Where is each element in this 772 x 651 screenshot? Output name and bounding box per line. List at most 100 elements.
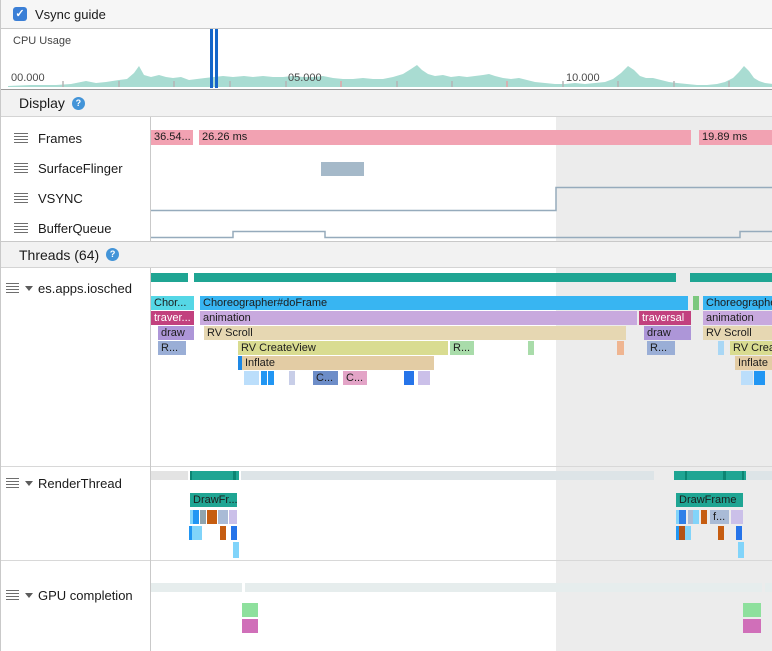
thread-section-renderthread[interactable]: RenderThread DrawFr... DrawFrame f... [1, 466, 772, 560]
trace-event-tick[interactable] [718, 526, 724, 540]
help-icon[interactable]: ? [106, 248, 119, 261]
drag-handle-icon[interactable] [6, 590, 19, 600]
trace-event-tick[interactable] [242, 603, 258, 617]
trace-event-tick[interactable] [528, 341, 534, 355]
trace-event-tick[interactable] [229, 510, 237, 524]
thread-state-segment [190, 471, 239, 480]
drag-handle-icon[interactable] [6, 283, 19, 293]
trace-event-bar[interactable]: f... [710, 510, 729, 524]
trace-event-tick[interactable] [193, 510, 199, 524]
trace-event-bar[interactable]: traver... [151, 311, 194, 325]
drag-handle-icon[interactable] [14, 223, 28, 233]
trace-event-tick[interactable] [741, 371, 753, 385]
trace-event-tick[interactable] [718, 341, 724, 355]
thread-label: es.apps.iosched [6, 280, 132, 296]
thread-state-segment [723, 471, 726, 480]
thread-name: GPU completion [38, 588, 133, 603]
trace-event-bar[interactable]: animation [703, 311, 772, 325]
trace-event-tick[interactable] [418, 371, 430, 385]
collapse-toggle-icon[interactable] [25, 593, 33, 598]
trace-event-bar[interactable]: DrawFr... [190, 493, 237, 507]
vsync-guide-checkbox[interactable]: ✓ [13, 7, 27, 21]
cpu-usage-svg [1, 29, 772, 89]
thread-state-segment [233, 471, 236, 480]
thread-state-segment [190, 471, 192, 480]
trace-event-tick[interactable] [679, 510, 686, 524]
drag-handle-icon[interactable] [14, 163, 28, 173]
trace-event-tick[interactable] [743, 603, 761, 617]
trace-event-bar[interactable]: C... [313, 371, 338, 385]
track-label-vsync: VSYNC [14, 190, 83, 206]
trace-event-tick[interactable] [268, 371, 274, 385]
vsync-bufferqueue-lines [1, 117, 772, 242]
trace-event-bar[interactable]: R... [158, 341, 186, 355]
help-icon[interactable]: ? [72, 97, 85, 110]
thread-label: GPU completion [6, 587, 133, 603]
trace-event-tick[interactable] [244, 371, 259, 385]
trace-event-tick[interactable] [218, 510, 228, 524]
trace-event-tick[interactable] [743, 619, 761, 633]
trace-event-bar[interactable]: Chor... [151, 296, 194, 310]
trace-event-tick[interactable] [738, 542, 744, 558]
label-column-divider [150, 268, 151, 651]
axis-tick-label: 00.000 [11, 72, 45, 84]
trace-event-tick[interactable] [196, 526, 202, 540]
trace-event-bar[interactable]: RV CreateView [238, 341, 448, 355]
trace-event-bar[interactable]: draw [644, 326, 691, 340]
display-tracks-body[interactable]: FramesSurfaceFlingerVSYNCBufferQueue36.5… [1, 117, 772, 242]
trace-event-bar[interactable]: C... [343, 371, 367, 385]
drag-handle-icon[interactable] [14, 133, 28, 143]
trace-event-bar[interactable]: Choreographe... [703, 296, 772, 310]
collapse-toggle-icon[interactable] [25, 481, 33, 486]
trace-event-bar[interactable]: animation [200, 311, 637, 325]
vsync-guide-line [210, 29, 213, 88]
trace-event-bar[interactable]: RV Scroll [204, 326, 626, 340]
trace-event-bar[interactable]: DrawFrame [676, 493, 743, 507]
trace-event-tick[interactable] [231, 526, 237, 540]
trace-event-bar[interactable]: R... [450, 341, 474, 355]
cpu-usage-area [8, 65, 772, 87]
trace-event-tick[interactable] [685, 526, 691, 540]
drag-handle-icon[interactable] [14, 193, 28, 203]
trace-event-tick[interactable] [289, 371, 295, 385]
display-section-header[interactable]: Display ? [1, 90, 772, 117]
thread-state-segment [151, 471, 188, 480]
trace-event-tick[interactable] [759, 371, 765, 385]
trace-event-bar[interactable]: Inflate [242, 356, 434, 370]
trace-event-bar[interactable]: traversal [639, 311, 691, 325]
trace-event-tick[interactable] [731, 510, 743, 524]
vsync-guide-line [215, 29, 218, 88]
cpu-usage-minimap[interactable]: CPU Usage 00.00005.00010.000 [1, 29, 772, 90]
trace-event-tick[interactable] [220, 526, 226, 540]
system-trace-window: ✓ Vsync guide CPU Usage 00.00005.00010.0… [0, 0, 772, 651]
trace-event-tick[interactable] [211, 510, 217, 524]
trace-event-bar[interactable]: R... [647, 341, 675, 355]
threads-body[interactable]: es.apps.iosched Chor... Choreographer#doFr… [1, 268, 772, 651]
trace-event-bar[interactable]: RV Scroll [703, 326, 772, 340]
thread-state-segment [151, 273, 188, 282]
trace-event-tick[interactable] [261, 371, 267, 385]
threads-section-header[interactable]: Threads (64) ? [1, 242, 772, 268]
thread-state-segment [194, 273, 676, 282]
trace-event-bar[interactable]: RV Crea... [730, 341, 772, 355]
trace-event-tick[interactable] [701, 510, 707, 524]
trace-event-tick[interactable] [200, 510, 206, 524]
collapse-toggle-icon[interactable] [25, 286, 33, 291]
axis-tick-label: 10.000 [566, 72, 600, 84]
thread-label: RenderThread [6, 475, 122, 491]
track-label-text: Frames [38, 131, 82, 146]
trace-event-tick[interactable] [404, 371, 414, 385]
trace-event-tick[interactable] [242, 619, 258, 633]
trace-event-tick[interactable] [693, 296, 699, 310]
trace-event-tick[interactable] [617, 341, 624, 355]
trace-event-bar[interactable]: Choreographer#doFrame [200, 296, 688, 310]
trace-event-tick[interactable] [233, 542, 239, 558]
trace-event-bar[interactable]: draw [158, 326, 194, 340]
thread-section-gpu-completion[interactable]: GPU completion [1, 560, 772, 651]
drag-handle-icon[interactable] [6, 478, 19, 488]
thread-section-es-apps-iosched[interactable]: es.apps.iosched Chor... Choreographer#doFr… [1, 268, 772, 466]
trace-event-tick[interactable] [736, 526, 742, 540]
trace-event-tick[interactable] [693, 510, 699, 524]
trace-event-bar[interactable]: Inflate [735, 356, 772, 370]
thread-state-segment [746, 471, 772, 480]
